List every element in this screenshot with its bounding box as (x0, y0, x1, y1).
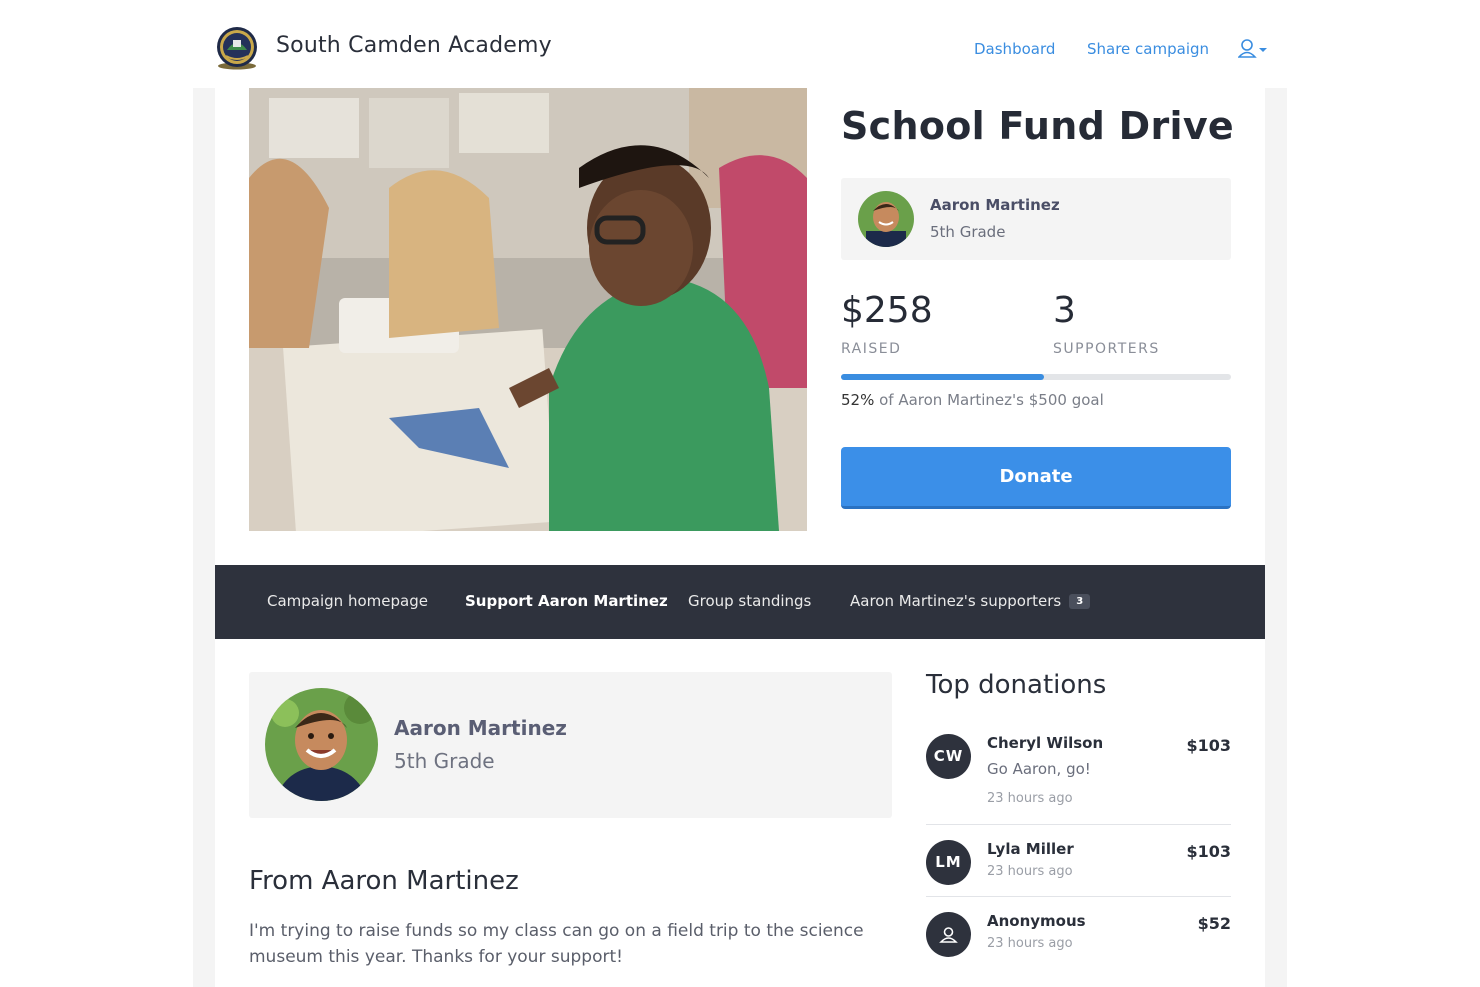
donor-avatar: LM (926, 840, 971, 885)
school-name: South Camden Academy (276, 33, 552, 58)
donor-name: Cheryl Wilson (987, 734, 1104, 752)
page-gutter-right (1265, 88, 1287, 987)
donation-time: 23 hours ago (987, 791, 1073, 806)
campaign-tabs: Campaign homepage Support Aaron Martinez… (215, 565, 1265, 639)
donation-time: 23 hours ago (987, 936, 1073, 951)
top-donations-title: Top donations (926, 670, 1107, 700)
top-navbar: South Camden Academy Dashboard Share cam… (0, 0, 1480, 88)
donation-time: 23 hours ago (987, 864, 1073, 879)
tab-campaign-homepage[interactable]: Campaign homepage (267, 592, 428, 610)
raised-amount: $258 (841, 290, 933, 331)
student-grade: 5th Grade (930, 223, 1006, 241)
page-gutter-left (193, 88, 215, 987)
profile-student-grade: 5th Grade (394, 749, 495, 773)
anonymous-avatar (926, 912, 971, 957)
donation-item: Anonymous $52 23 hours ago (926, 912, 1231, 962)
campaign-title: School Fund Drive (841, 104, 1234, 148)
share-campaign-link[interactable]: Share campaign (1087, 40, 1209, 58)
tab-supporters-label: Aaron Martinez's supporters (850, 592, 1062, 610)
goal-percent: 52% (841, 391, 875, 409)
student-card: Aaron Martinez 5th Grade (841, 178, 1231, 260)
supporters-label: SUPPORTERS (1053, 341, 1160, 357)
tab-support-student[interactable]: Support Aaron Martinez (465, 592, 668, 610)
student-profile-card: Aaron Martinez 5th Grade (249, 672, 892, 818)
profile-student-name: Aaron Martinez (394, 716, 567, 740)
goal-progress-bar (841, 374, 1231, 380)
student-message: I'm trying to raise funds so my class ca… (249, 921, 864, 967)
donation-item: CW Cheryl Wilson $103 Go Aaron, go! 23 h… (926, 734, 1231, 814)
student-name[interactable]: Aaron Martinez (930, 196, 1060, 214)
donation-amount: $52 (1197, 914, 1231, 933)
donate-button[interactable]: Donate (841, 447, 1231, 509)
donor-name: Lyla Miller (987, 840, 1074, 858)
donation-divider (926, 824, 1231, 825)
student-avatar-large (265, 688, 378, 801)
goal-text: 52% of Aaron Martinez's $500 goal (841, 391, 1104, 409)
from-student-heading: From Aaron Martinez (249, 866, 519, 896)
goal-progress-fill (841, 374, 1044, 380)
user-icon (1237, 39, 1267, 58)
tab-group-standings[interactable]: Group standings (688, 592, 811, 610)
user-icon (939, 927, 958, 943)
school-logo[interactable] (214, 26, 260, 70)
supporters-count-badge: 3 (1069, 594, 1091, 609)
goal-description: of Aaron Martinez's $500 goal (874, 391, 1104, 409)
donation-item: LM Lyla Miller $103 23 hours ago (926, 840, 1231, 890)
caret-down-icon (1259, 48, 1267, 52)
dashboard-link[interactable]: Dashboard (974, 40, 1055, 58)
donation-amount: $103 (1186, 736, 1231, 755)
user-menu[interactable] (1237, 38, 1268, 60)
donation-amount: $103 (1186, 842, 1231, 861)
raised-label: RAISED (841, 341, 902, 357)
donor-avatar: CW (926, 734, 971, 779)
donor-name: Anonymous (987, 912, 1086, 930)
tab-student-supporters[interactable]: Aaron Martinez's supporters 3 (850, 592, 1091, 610)
student-avatar (858, 191, 914, 247)
supporters-count: 3 (1053, 290, 1076, 331)
donation-divider (926, 896, 1231, 897)
campaign-photo (249, 88, 807, 531)
donation-note: Go Aaron, go! (987, 760, 1091, 778)
